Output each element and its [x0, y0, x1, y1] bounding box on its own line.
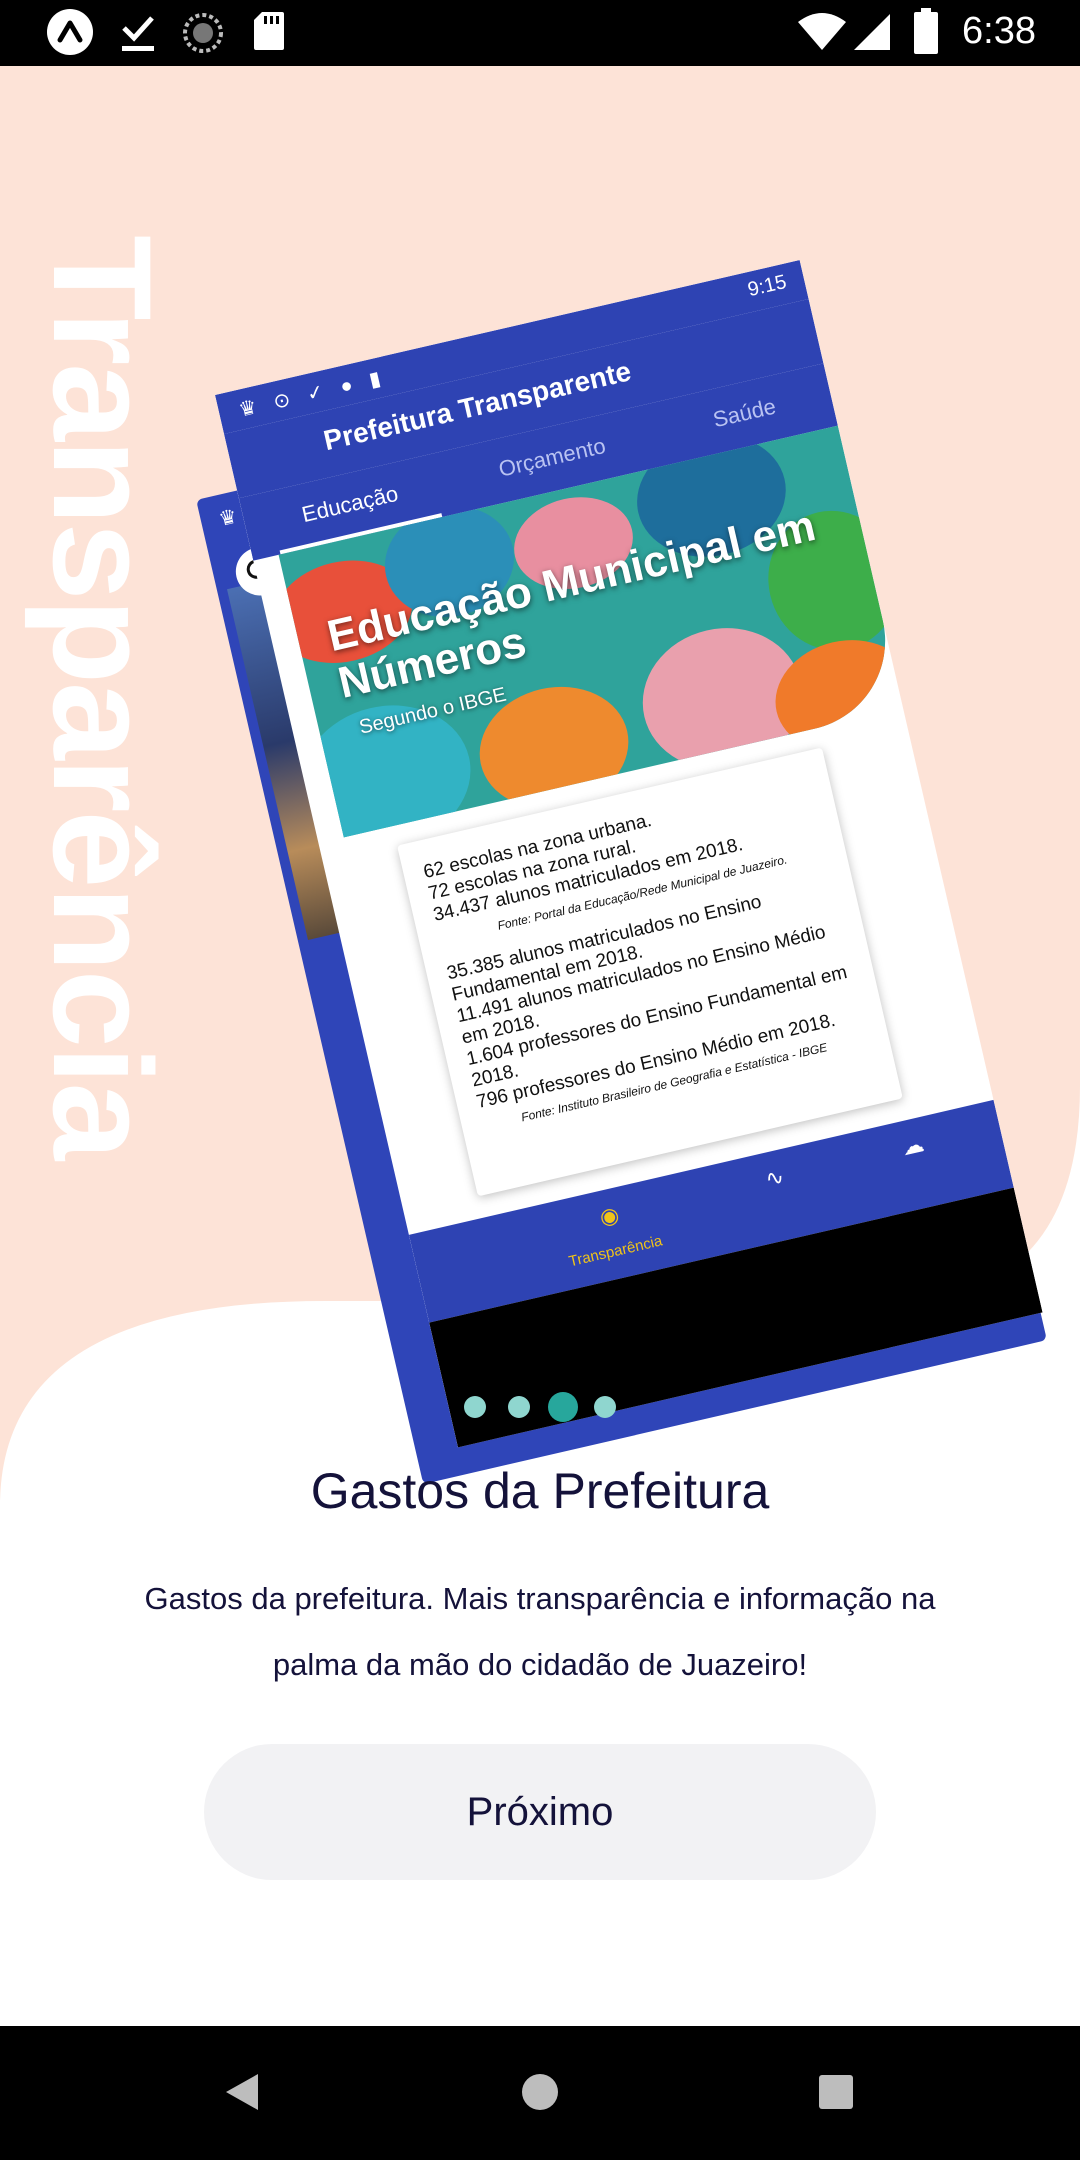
expo-icon [47, 9, 93, 55]
mockup-tab-saude: Saúde [710, 393, 779, 433]
system-navigation-bar [0, 2026, 1080, 2160]
pager-dot-active[interactable] [548, 1392, 578, 1422]
pager-dot[interactable] [508, 1396, 530, 1418]
sync-circle-icon [183, 13, 223, 53]
wifi-icon [798, 13, 846, 50]
pager-dots [462, 1392, 622, 1422]
cloud-download-icon: ☁ [899, 1131, 927, 1161]
page-title: Gastos da Prefeitura [310, 1463, 770, 1519]
mockup-tab-orcamento: Orçamento [496, 432, 608, 482]
pager-dot[interactable] [464, 1396, 486, 1418]
number-shape [764, 626, 904, 766]
mockup-status-time: 9:15 [745, 270, 789, 302]
check-download-icon [122, 16, 154, 51]
mockup-info-card: 62 escolas na zona urbana. 72 escolas na… [397, 747, 903, 1197]
recents-icon[interactable] [818, 2074, 854, 2110]
next-button[interactable]: Próximo [204, 1744, 876, 1880]
battery-icon [914, 8, 938, 54]
mockup-nav-label: Transparência [567, 1232, 664, 1271]
crown-icon: ♛ [216, 505, 240, 531]
page-description: Gastos da prefeitura. Mais transparência… [144, 1581, 936, 1682]
mockup-tab-educacao: Educação [299, 480, 401, 528]
status-time: 6:38 [962, 10, 1036, 52]
pager-dot[interactable] [594, 1396, 616, 1418]
eye-icon: ◉ [597, 1201, 622, 1231]
back-icon[interactable] [224, 2072, 260, 2112]
status-bar: 6:38 [0, 0, 1080, 66]
sd-card-icon [254, 12, 284, 50]
home-icon[interactable] [520, 2072, 560, 2112]
side-word-transparencia: Transparência [24, 235, 181, 1159]
signal-icon [854, 14, 890, 50]
pulse-icon: ∿ [762, 1163, 787, 1192]
